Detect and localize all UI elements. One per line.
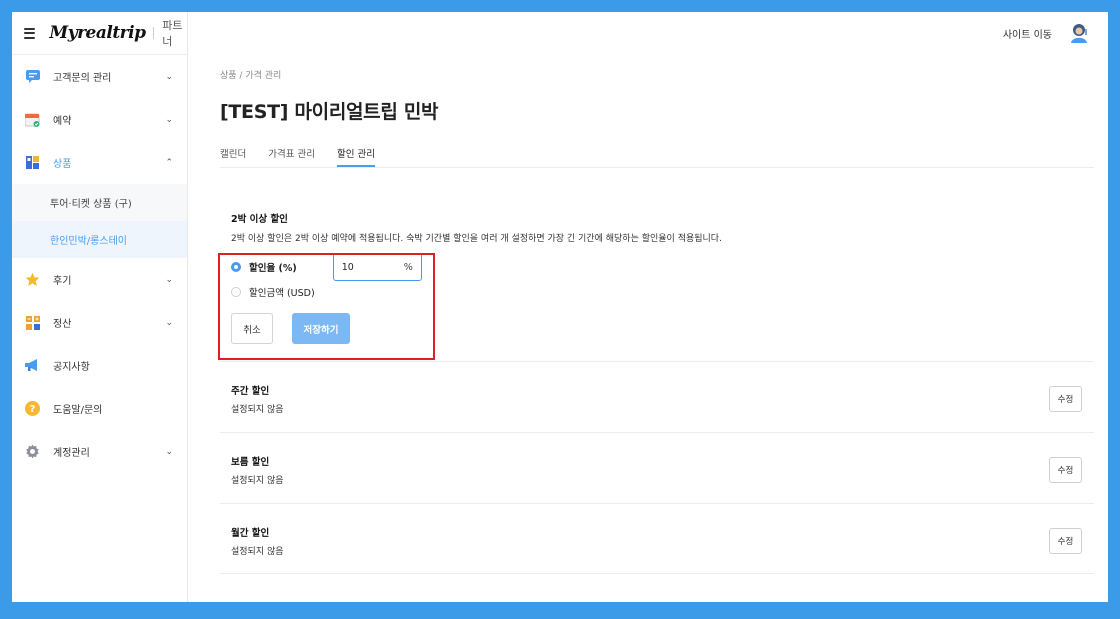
sidebar-subitem-label: 투어·티켓 상품 (구) [50,199,132,210]
sidebar-item-label: 도움말/문의 [53,405,103,416]
gear-icon [25,444,40,459]
breadcrumb: 상품 / 가격 관리 [220,71,282,81]
sidebar-item-label: 후기 [53,276,72,287]
menu-icon[interactable] [24,27,36,39]
site-link[interactable]: 사이트 이동 [1003,26,1052,41]
sidebar-item-label: 고객문의 관리 [53,73,112,84]
calculator-icon [25,315,40,330]
page-title: [TEST] 마이리얼트립 민박 [220,101,439,123]
section-status: 설정되지 않음 [231,476,284,486]
chevron-up-icon: ⌃ [165,157,173,168]
tab-discount[interactable]: 할인 관리 [336,146,375,167]
calendar-icon [25,112,40,127]
sidebar-item-help[interactable]: ? 도움말/문의 [12,387,187,430]
sidebar-item-reservation[interactable]: 예약 ⌄ [12,98,187,141]
tab-price-table[interactable]: 가격표 관리 [268,146,315,167]
logo[interactable]: Myrealtrip [49,23,146,43]
sidebar-subitem-minbak[interactable]: 한인민박/롱스테이 [12,221,187,258]
monthly-discount-section: 월간 할인 설정되지 않음 수정 [220,503,1094,574]
chevron-down-icon: ⌄ [165,274,173,285]
chevron-down-icon: ⌄ [165,446,173,457]
sidebar-item-label: 예약 [53,116,72,127]
logo-subtitle: 파트너 [162,19,183,48]
sidebar: Myrealtrip 파트너 고객문의 관리 ⌄ 예약 ⌄ 상품 ⌃ 투어·티켓… [12,12,188,602]
section-status: 설정되지 않음 [231,405,284,415]
weekly-discount-section: 주간 할인 설정되지 않음 수정 [220,361,1094,432]
chevron-down-icon: ⌄ [165,71,173,82]
section-description: 2박 이상 할인은 2박 이상 예약에 적용됩니다. 숙박 기간별 할인을 여러… [231,234,722,244]
biweekly-discount-section: 보름 할인 설정되지 않음 수정 [220,432,1094,503]
edit-button[interactable]: 수정 [1049,386,1082,412]
sidebar-nav: 고객문의 관리 ⌄ 예약 ⌄ 상품 ⌃ 투어·티켓 상품 (구) 한인민박/롱스… [12,55,187,473]
sidebar-item-label: 상품 [53,159,72,170]
tab-bar: 캘린더 가격표 관리 할인 관리 [220,146,1094,168]
annotation-highlight-box [218,253,435,360]
grid-icon [25,155,40,170]
sidebar-item-inquiry[interactable]: 고객문의 관리 ⌄ [12,55,187,98]
avatar[interactable] [1068,22,1090,44]
star-icon [25,272,40,287]
sidebar-item-label: 계정관리 [53,448,90,459]
tab-calendar[interactable]: 캘린더 [220,146,246,167]
chevron-down-icon: ⌄ [165,317,173,328]
sidebar-item-settlement[interactable]: 정산 ⌄ [12,301,187,344]
chat-icon [25,69,40,84]
section-status: 설정되지 않음 [231,547,284,557]
edit-button[interactable]: 수정 [1049,457,1082,483]
section-title: 월간 할인 [231,528,270,539]
top-bar: 사이트 이동 [188,12,1108,54]
sidebar-item-label: 공지사항 [53,362,90,373]
brand-bar: Myrealtrip 파트너 [12,12,187,55]
logo-divider [153,27,155,39]
sidebar-item-notices[interactable]: 공지사항 [12,344,187,387]
section-title: 주간 할인 [231,386,270,397]
section-title: 보름 할인 [231,457,270,468]
svg-text:?: ? [30,404,36,415]
help-icon: ? [25,401,40,416]
edit-button[interactable]: 수정 [1049,528,1082,554]
section-title: 2박 이상 할인 [231,214,288,225]
chevron-down-icon: ⌄ [165,114,173,125]
sidebar-item-label: 정산 [53,319,72,330]
megaphone-icon [25,358,40,373]
app-window: Myrealtrip 파트너 고객문의 관리 ⌄ 예약 ⌄ 상품 ⌃ 투어·티켓… [12,12,1108,602]
sidebar-subitem-label: 한인민박/롱스테이 [50,236,127,247]
sidebar-subitem-tour-ticket[interactable]: 투어·티켓 상품 (구) [12,184,187,221]
sidebar-item-reviews[interactable]: 후기 ⌄ [12,258,187,301]
sidebar-item-account[interactable]: 계정관리 ⌄ [12,430,187,473]
sidebar-item-products[interactable]: 상품 ⌃ [12,141,187,184]
